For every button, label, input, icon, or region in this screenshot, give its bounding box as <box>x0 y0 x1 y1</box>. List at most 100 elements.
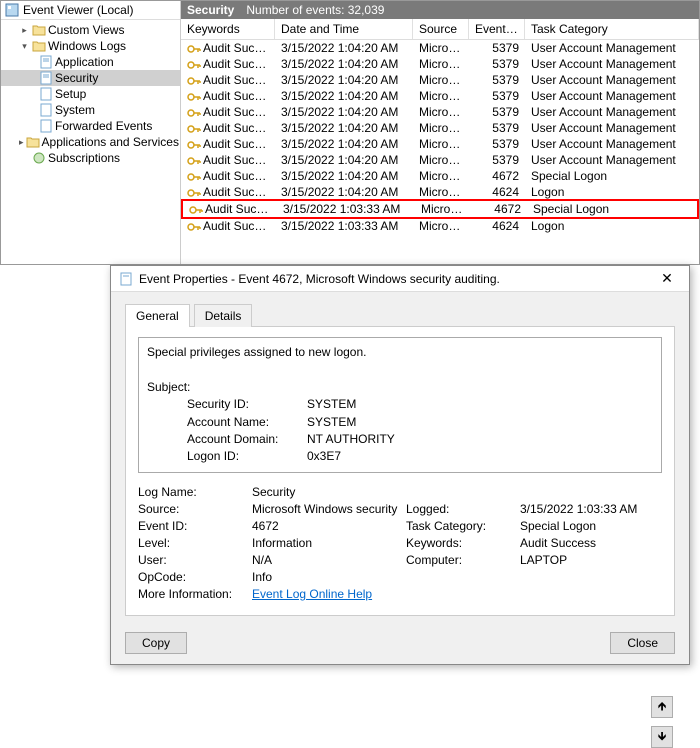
cell-keywords: Audit Succe... <box>181 168 275 184</box>
tree-custom-views[interactable]: ▸ Custom Views <box>1 22 180 38</box>
table-row[interactable]: Audit Succe...3/15/2022 1:04:20 AMMicros… <box>181 72 699 88</box>
tree-label: Forwarded Events <box>55 119 152 133</box>
tab-strip: General Details <box>125 304 675 327</box>
cell-datetime: 3/15/2022 1:04:20 AM <box>275 184 413 200</box>
cell-keywords: Audit Succe... <box>181 104 275 120</box>
chevron-down-icon[interactable]: ▾ <box>19 41 30 52</box>
cell-taskcat: Logon <box>525 184 699 200</box>
log-icon <box>39 87 53 101</box>
list-title-bar: Security Number of events: 32,039 <box>181 1 699 19</box>
folder-icon <box>32 23 46 37</box>
cell-eventid: 4624 <box>469 184 525 200</box>
cell-eventid: 5379 <box>469 56 525 72</box>
cell-taskcat: User Account Management <box>525 120 699 136</box>
table-row[interactable]: Audit Succe...3/15/2022 1:04:20 AMMicros… <box>181 104 699 120</box>
tree-application[interactable]: Application <box>1 54 180 70</box>
table-row[interactable]: Audit Succe...3/15/2022 1:04:20 AMMicros… <box>181 88 699 104</box>
tab-content: Special privileges assigned to new logon… <box>125 327 675 616</box>
table-row[interactable]: Audit Succe...3/15/2022 1:04:20 AMMicros… <box>181 120 699 136</box>
taskcat-label: Task Category: <box>406 519 516 533</box>
list-count: Number of events: 32,039 <box>246 3 384 17</box>
more-info-link[interactable]: Event Log Online Help <box>252 587 662 601</box>
dialog-titlebar[interactable]: Event Properties - Event 4672, Microsoft… <box>111 266 689 292</box>
cell-keywords: Audit Succe... <box>181 88 275 104</box>
log-icon <box>39 55 53 69</box>
list-title-label: Security <box>187 3 234 17</box>
cell-taskcat: User Account Management <box>525 40 699 56</box>
tree-label: Subscriptions <box>48 151 120 165</box>
cell-datetime: 3/15/2022 1:03:33 AM <box>275 218 413 234</box>
table-row[interactable]: Audit Succe...3/15/2022 1:04:20 AMMicros… <box>181 40 699 56</box>
tree-label: Security <box>55 71 98 85</box>
folder-icon <box>26 135 40 149</box>
col-source[interactable]: Source <box>413 19 469 39</box>
keywords-label: Keywords: <box>406 536 516 550</box>
eventid-value: 4672 <box>252 519 402 533</box>
computer-label: Computer: <box>406 553 516 567</box>
cell-keywords: Audit Succe... <box>181 120 275 136</box>
col-taskcat[interactable]: Task Category <box>525 19 699 39</box>
close-button[interactable]: Close <box>610 632 675 654</box>
table-row[interactable]: Audit Succe...3/15/2022 1:04:20 AMMicros… <box>181 152 699 168</box>
tree-services[interactable]: ▸ Applications and Services Lo <box>1 134 180 150</box>
cell-taskcat: User Account Management <box>525 88 699 104</box>
col-eventid[interactable]: Event ID <box>469 19 525 39</box>
arrow-down-button[interactable]: 🡻 <box>651 726 673 748</box>
sid-label: Security ID: <box>187 396 307 413</box>
tree-label: Windows Logs <box>48 39 126 53</box>
tree-forwarded[interactable]: Forwarded Events <box>1 118 180 134</box>
dialog-icon <box>119 272 133 286</box>
cell-source: Micros... <box>413 120 469 136</box>
cell-datetime: 3/15/2022 1:04:20 AM <box>275 168 413 184</box>
cell-eventid: 4672 <box>471 201 527 217</box>
cell-keywords: Audit Succe... <box>183 201 277 217</box>
tree-windows-logs[interactable]: ▾ Windows Logs <box>1 38 180 54</box>
tree-setup[interactable]: Setup <box>1 86 180 102</box>
user-label: User: <box>138 553 248 567</box>
log-icon <box>39 71 53 85</box>
col-keywords[interactable]: Keywords <box>181 19 275 39</box>
cell-eventid: 5379 <box>469 152 525 168</box>
list-rows[interactable]: Audit Succe...3/15/2022 1:04:20 AMMicros… <box>181 40 699 264</box>
chevron-right-icon[interactable]: ▸ <box>19 25 30 36</box>
taskcat-value: Special Logon <box>520 519 662 533</box>
tree-security[interactable]: Security <box>1 70 180 86</box>
logname-label: Log Name: <box>138 485 248 499</box>
cell-keywords: Audit Succe... <box>181 184 275 200</box>
more-label: More Information: <box>138 587 248 601</box>
cell-source: Micros... <box>413 72 469 88</box>
arrow-up-button[interactable]: 🡹 <box>651 696 673 718</box>
close-icon[interactable]: ✕ <box>653 270 681 287</box>
copy-button[interactable]: Copy <box>125 632 187 654</box>
dom-label: Account Domain: <box>187 431 307 448</box>
cell-taskcat: User Account Management <box>525 152 699 168</box>
user-value: N/A <box>252 553 402 567</box>
tab-details[interactable]: Details <box>194 304 253 327</box>
level-label: Level: <box>138 536 248 550</box>
tree-system[interactable]: System <box>1 102 180 118</box>
tree-label: Applications and Services Lo <box>42 135 180 149</box>
tree-root[interactable]: Event Viewer (Local) <box>1 1 180 20</box>
cell-taskcat: Special Logon <box>525 168 699 184</box>
col-datetime[interactable]: Date and Time <box>275 19 413 39</box>
tree-panel: Event Viewer (Local) ▸ Custom Views ▾ Wi… <box>1 1 181 264</box>
event-properties-dialog: Event Properties - Event 4672, Microsoft… <box>110 265 690 665</box>
lid-value: 0x3E7 <box>307 448 653 465</box>
table-row[interactable]: Audit Succe...3/15/2022 1:04:20 AMMicros… <box>181 56 699 72</box>
main-pane: Event Viewer (Local) ▸ Custom Views ▾ Wi… <box>0 0 700 265</box>
table-row[interactable]: Audit Succe...3/15/2022 1:04:20 AMMicros… <box>181 168 699 184</box>
table-row[interactable]: Audit Succe...3/15/2022 1:03:33 AMMicros… <box>181 218 699 234</box>
subscriptions-icon <box>32 151 46 165</box>
cell-source: Micros... <box>413 56 469 72</box>
cell-eventid: 5379 <box>469 72 525 88</box>
tab-general[interactable]: General <box>125 304 190 327</box>
table-row[interactable]: Audit Succe...3/15/2022 1:03:33 AMMicros… <box>181 199 699 219</box>
table-row[interactable]: Audit Succe...3/15/2022 1:04:20 AMMicros… <box>181 184 699 200</box>
tree-subs[interactable]: Subscriptions <box>1 150 180 166</box>
table-row[interactable]: Audit Succe...3/15/2022 1:04:20 AMMicros… <box>181 136 699 152</box>
cell-eventid: 4624 <box>469 218 525 234</box>
chevron-right-icon[interactable]: ▸ <box>19 137 24 148</box>
cell-eventid: 5379 <box>469 40 525 56</box>
logged-label: Logged: <box>406 502 516 516</box>
opcode-value: Info <box>252 570 662 584</box>
